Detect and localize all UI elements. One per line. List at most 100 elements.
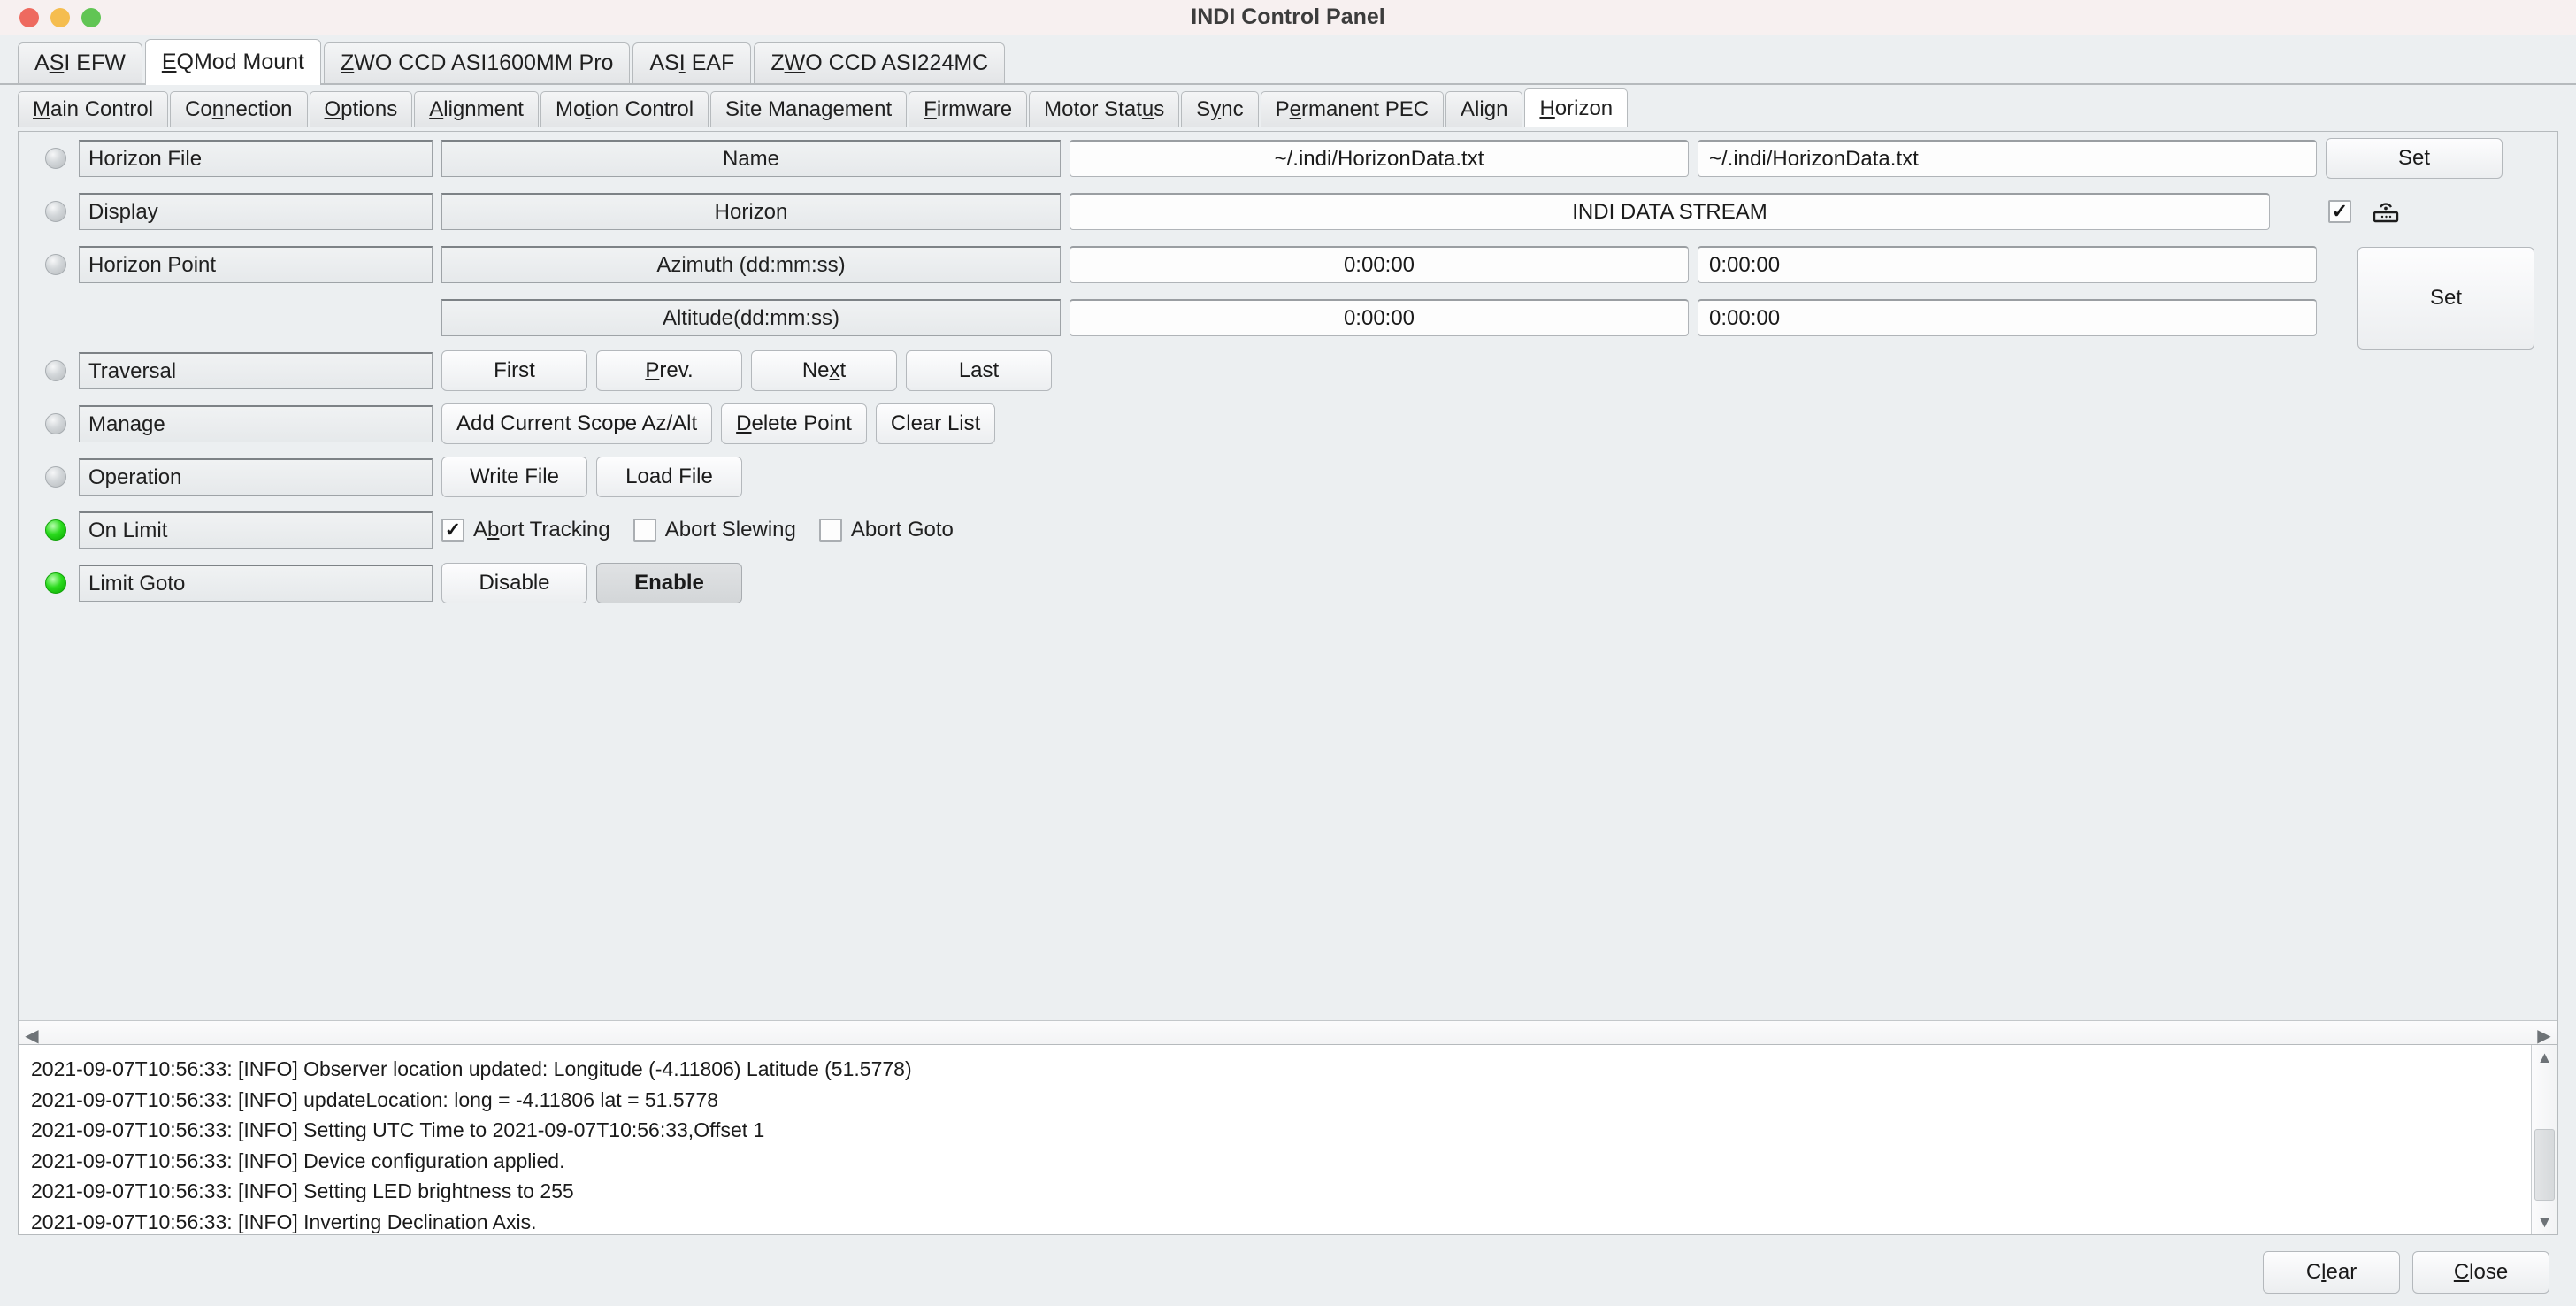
write-file-button[interactable]: Write File [441, 457, 587, 497]
tab-motor-status[interactable]: Motor Status [1029, 91, 1180, 127]
tab-motion-control[interactable]: Motion Control [540, 91, 709, 127]
property-label-traversal: Traversal [79, 352, 433, 389]
device-tab-eqmod-mount[interactable]: EQMod Mount [144, 39, 322, 85]
status-led-limit-goto [45, 572, 66, 594]
status-led-on-limit [45, 519, 66, 541]
property-tab-bar: Main Control Connection Options Alignmen… [0, 85, 2576, 127]
field-label-azimuth: Azimuth (dd:mm:ss) [441, 246, 1061, 283]
delete-point-button[interactable]: Delete Point [721, 403, 867, 444]
set-horizon-file-button[interactable]: Set [2326, 138, 2503, 179]
status-led-horizon-point [45, 254, 66, 275]
device-tab-zwo-ccd-asi224mc[interactable]: ZWO CCD ASI224MC [754, 42, 1006, 83]
traversal-prev-button[interactable]: Prev. [596, 350, 742, 391]
limit-goto-enable-button[interactable]: Enable [596, 563, 742, 603]
device-tab-bar: ASI EFW EQMod Mount ZWO CCD ASI1600MM Pr… [0, 35, 2576, 85]
minimize-window-button[interactable] [50, 7, 70, 27]
status-led-manage [45, 413, 66, 434]
log-message-list: 2021-09-07T10:56:33: [INFO] Observer loc… [19, 1045, 2531, 1234]
field-label-altitude: Altitude(dd:mm:ss) [441, 299, 1061, 336]
tab-permanent-pec[interactable]: Permanent PEC [1260, 91, 1445, 127]
tab-options[interactable]: Options [309, 91, 413, 127]
property-row-manage: Manage Add Current Scope Az/Alt Delete P… [19, 397, 2557, 450]
property-row-traversal: Traversal First Prev. Next Last [19, 344, 2557, 397]
traversal-next-button[interactable]: Next [751, 350, 897, 391]
router-icon[interactable] [2371, 198, 2401, 225]
abort-slewing-option[interactable]: Abort Slewing [632, 518, 796, 542]
tab-alignment[interactable]: Alignment [414, 91, 539, 127]
property-row-horizon-point-azimuth: Horizon Point Azimuth (dd:mm:ss) 0:00:00… [19, 238, 2557, 291]
clear-list-button[interactable]: Clear List [875, 403, 996, 444]
property-row-display: Display Horizon INDI DATA STREAM ✓ [19, 185, 2557, 238]
log-line: 2021-09-07T10:56:33: [INFO] updateLocati… [31, 1087, 719, 1111]
status-led-spacer [45, 307, 66, 328]
field-label-display-horizon: Horizon [441, 193, 1061, 230]
property-label-operation: Operation [79, 458, 433, 496]
value-azimuth: 0:00:00 [1070, 246, 1689, 283]
value-altitude: 0:00:00 [1070, 299, 1689, 336]
abort-goto-label: Abort Goto [850, 518, 954, 542]
tab-horizon[interactable]: Horizon [1524, 88, 1629, 127]
load-file-button[interactable]: Load File [596, 457, 742, 497]
horizon-property-list: Horizon File Name ~/.indi/HorizonData.tx… [19, 132, 2557, 1020]
window-titlebar: INDI Control Panel [0, 0, 2576, 35]
status-led-traversal [45, 360, 66, 381]
status-led-horizon-file [45, 148, 66, 169]
property-row-limit-goto: Limit Goto Disable Enable [19, 557, 2557, 610]
status-led-display [45, 201, 66, 222]
clear-log-button[interactable]: Clear [2263, 1251, 2400, 1294]
log-console: 2021-09-07T10:56:33: [INFO] Observer loc… [18, 1044, 2558, 1235]
abort-goto-option[interactable]: Abort Goto [818, 518, 954, 542]
window-title: INDI Control Panel [1191, 4, 1385, 29]
add-current-scope-az-alt-button[interactable]: Add Current Scope Az/Alt [441, 403, 713, 444]
log-scroll-thumb[interactable] [2534, 1129, 2555, 1201]
log-line: 2021-09-07T10:56:33: [INFO] Device confi… [31, 1149, 565, 1172]
abort-goto-checkbox[interactable] [818, 519, 842, 542]
tab-sync[interactable]: Sync [1181, 91, 1259, 127]
abort-tracking-label: Abort Tracking [473, 518, 610, 542]
device-tab-asi-efw[interactable]: ASI EFW [18, 42, 142, 83]
property-row-horizon-file: Horizon File Name ~/.indi/HorizonData.tx… [19, 132, 2557, 185]
display-blob-checkbox[interactable]: ✓ [2328, 200, 2351, 223]
device-tab-zwo-ccd-asi1600mm-pro[interactable]: ZWO CCD ASI1600MM Pro [324, 42, 631, 83]
property-label-on-limit: On Limit [79, 511, 433, 549]
log-line: 2021-09-07T10:56:33: [INFO] Setting LED … [31, 1179, 574, 1202]
property-label-limit-goto: Limit Goto [79, 565, 433, 602]
abort-tracking-option[interactable]: ✓ Abort Tracking [441, 518, 610, 542]
tab-connection[interactable]: Connection [170, 91, 308, 127]
property-label-horizon-point: Horizon Point [79, 246, 433, 283]
dialog-footer: Clear Close [0, 1239, 2576, 1306]
traffic-light-buttons [0, 7, 101, 27]
tab-main-control[interactable]: Main Control [18, 91, 169, 127]
scroll-up-arrow-icon[interactable]: ▲ [2532, 1045, 2557, 1070]
property-row-operation: Operation Write File Load File [19, 450, 2557, 503]
traversal-first-button[interactable]: First [441, 350, 587, 391]
input-azimuth[interactable]: 0:00:00 [1698, 246, 2317, 283]
property-label-horizon-file: Horizon File [79, 140, 433, 177]
abort-slewing-label: Abort Slewing [664, 518, 796, 542]
property-row-horizon-point-altitude: Altitude(dd:mm:ss) 0:00:00 0:00:00 [19, 291, 2557, 344]
device-tab-asi-eaf[interactable]: ASI EAF [632, 42, 752, 83]
abort-tracking-checkbox[interactable]: ✓ [441, 519, 464, 542]
field-label-horizon-file-name: Name [441, 140, 1061, 177]
log-line: 2021-09-07T10:56:33: [INFO] Setting UTC … [31, 1118, 765, 1141]
abort-slewing-checkbox[interactable] [632, 519, 656, 542]
property-label-display: Display [79, 193, 433, 230]
close-window-button[interactable] [19, 7, 39, 27]
zoom-window-button[interactable] [81, 7, 101, 27]
scroll-down-arrow-icon[interactable]: ▼ [2532, 1210, 2557, 1234]
log-line: 2021-09-07T10:56:33: [INFO] Observer loc… [31, 1057, 912, 1080]
horizon-property-panel: Horizon File Name ~/.indi/HorizonData.tx… [18, 131, 2558, 1051]
limit-goto-disable-button[interactable]: Disable [441, 563, 587, 603]
tab-firmware[interactable]: Firmware [908, 91, 1028, 127]
traversal-last-button[interactable]: Last [906, 350, 1052, 391]
close-dialog-button[interactable]: Close [2412, 1251, 2549, 1294]
set-horizon-point-button[interactable]: Set [2358, 247, 2534, 350]
tab-align[interactable]: Align [1445, 91, 1523, 127]
property-row-on-limit: On Limit ✓ Abort Tracking Abort Slewing … [19, 503, 2557, 557]
property-label-manage: Manage [79, 405, 433, 442]
value-display-stream: INDI DATA STREAM [1070, 193, 2270, 230]
tab-site-management[interactable]: Site Management [710, 91, 908, 127]
log-vertical-scrollbar[interactable]: ▲ ▼ [2531, 1045, 2557, 1234]
input-horizon-file-path[interactable]: ~/.indi/HorizonData.txt [1698, 140, 2317, 177]
input-altitude[interactable]: 0:00:00 [1698, 299, 2317, 336]
